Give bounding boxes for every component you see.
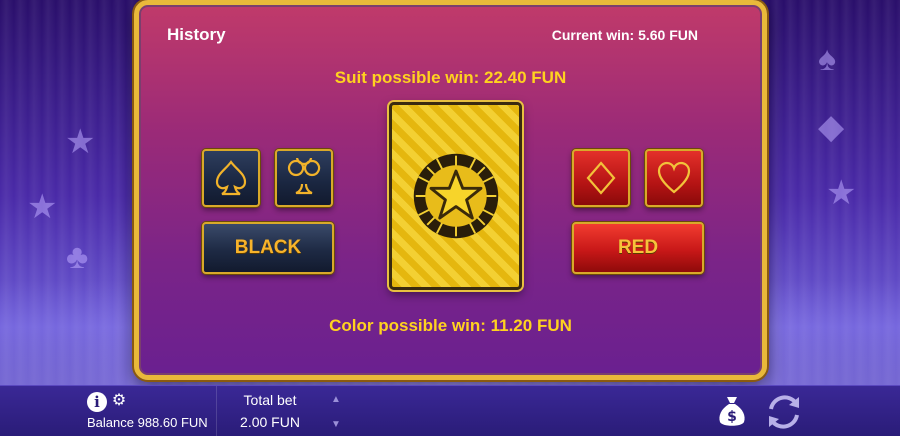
color-possible-win: Color possible win: 11.20 FUN bbox=[329, 316, 572, 335]
background-spade-icon: ♠ bbox=[818, 40, 837, 78]
background-star-icon: ★ bbox=[826, 174, 857, 212]
card-back bbox=[389, 102, 522, 290]
club-button[interactable] bbox=[275, 149, 333, 207]
current-win-label: Current win: 5.60 FUN bbox=[551, 27, 698, 43]
money-bag-icon: $ bbox=[719, 397, 745, 426]
total-bet-label: Total bet bbox=[243, 392, 297, 408]
gamble-panel: History Current win: 5.60 FUN Suit possi… bbox=[134, 0, 767, 380]
autoplay-icon bbox=[769, 395, 799, 429]
red-button[interactable]: RED bbox=[572, 222, 704, 274]
background-star-icon: ★ bbox=[27, 188, 58, 226]
chevron-up-icon[interactable]: ▲ bbox=[329, 393, 343, 407]
gear-icon[interactable]: ⚙ bbox=[110, 392, 128, 410]
club-icon bbox=[287, 158, 321, 195]
autoplay-button[interactable] bbox=[760, 388, 808, 436]
svg-text:$: $ bbox=[727, 409, 737, 425]
balance-label: Balance 988.60 FUN bbox=[87, 415, 208, 430]
heart-button[interactable] bbox=[645, 149, 703, 207]
history-button[interactable]: History bbox=[167, 25, 226, 45]
total-bet-value: 2.00 FUN bbox=[240, 414, 300, 430]
star-icon bbox=[413, 153, 498, 239]
background-star-icon: ★ bbox=[65, 123, 96, 161]
background-club-icon: ♣ bbox=[66, 238, 89, 276]
chevron-down-icon[interactable]: ▼ bbox=[329, 418, 343, 432]
background-diamond-icon: ◆ bbox=[818, 108, 845, 146]
spade-icon bbox=[215, 160, 247, 196]
diamond-button[interactable] bbox=[572, 149, 630, 207]
black-button[interactable]: BLACK bbox=[202, 222, 334, 274]
heart-icon bbox=[657, 161, 691, 194]
suit-possible-win: Suit possible win: 22.40 FUN bbox=[334, 68, 567, 87]
info-icon[interactable]: i bbox=[87, 392, 107, 412]
bottom-bar: i ⚙ Balance 988.60 FUN Total bet 2.00 FU… bbox=[0, 385, 900, 436]
spade-button[interactable] bbox=[202, 149, 260, 207]
diamond-icon bbox=[586, 161, 616, 195]
collect-button[interactable]: $ bbox=[716, 391, 748, 431]
